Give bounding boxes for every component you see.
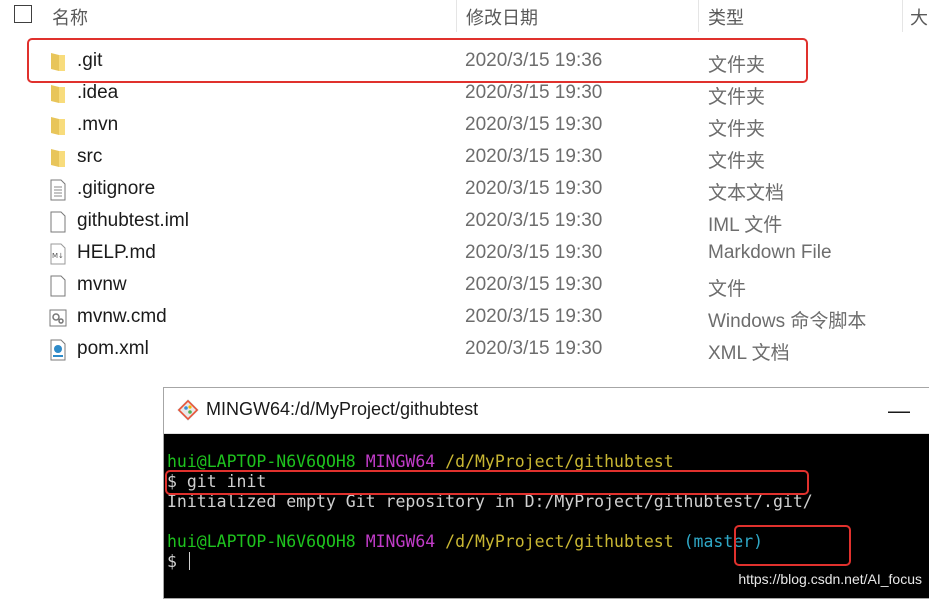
prompt-line-2: hui@LAPTOP-N6V6QOH8 MINGW64 /d/MyProject… [167, 532, 763, 551]
folder-icon [49, 147, 67, 169]
file-row-help-md[interactable]: M↓ HELP.md 2020/3/15 19:30 Markdown File [0, 237, 929, 269]
file-name: mvnw [77, 274, 127, 295]
file-icon [49, 275, 67, 297]
file-name: .idea [77, 82, 119, 103]
column-header-bar: 名称 修改日期 类型 大 [0, 0, 929, 32]
close-icon[interactable]: — [888, 398, 910, 424]
column-header-name[interactable]: 名称 [52, 4, 88, 30]
file-type: XML 文档 [708, 343, 790, 364]
file-row-mvnw[interactable]: mvnw 2020/3/15 19:30 文件 [0, 269, 929, 301]
file-name: mvnw.cmd [77, 306, 167, 327]
file-row-pom-xml[interactable]: pom.xml 2020/3/15 19:30 XML 文档 [0, 333, 929, 365]
file-name: HELP.md [77, 242, 156, 263]
file-type: Windows 命令脚本 [708, 311, 867, 332]
text-document-icon [49, 179, 67, 201]
file-name: pom.xml [77, 338, 149, 359]
file-row-src[interactable]: src 2020/3/15 19:30 文件夹 [0, 141, 929, 173]
prompt-env: MINGW64 [365, 532, 436, 551]
file-date: 2020/3/15 19:30 [465, 306, 603, 327]
file-row-gitignore[interactable]: .gitignore 2020/3/15 19:30 文本文档 [0, 173, 929, 205]
file-date: 2020/3/15 19:30 [465, 274, 603, 295]
file-type: 文件 [708, 279, 747, 300]
select-all-checkbox[interactable] [14, 5, 32, 23]
file-type: Markdown File [708, 242, 832, 263]
prompt-env: MINGW64 [365, 452, 436, 471]
file-row-mvn[interactable]: .mvn 2020/3/15 19:30 文件夹 [0, 109, 929, 141]
column-header-date[interactable]: 修改日期 [466, 4, 538, 30]
prompt-user: hui@LAPTOP-N6V6QOH8 [167, 532, 356, 551]
file-type: 文件夹 [708, 87, 766, 108]
input-line[interactable]: $ [167, 552, 190, 571]
file-row-mvnw-cmd[interactable]: mvnw.cmd 2020/3/15 19:30 Windows 命令脚本 [0, 301, 929, 333]
file-date: 2020/3/15 19:30 [465, 114, 603, 135]
cmd-script-icon [49, 307, 67, 329]
prompt-line-1: hui@LAPTOP-N6V6QOH8 MINGW64 /d/MyProject… [167, 452, 674, 471]
svg-text:M↓: M↓ [52, 252, 64, 260]
column-divider[interactable] [698, 0, 699, 32]
terminal-window[interactable]: MINGW64:/d/MyProject/githubtest — hui@LA… [163, 387, 929, 599]
prompt-user: hui@LAPTOP-N6V6QOH8 [167, 452, 356, 471]
prompt-path: /d/MyProject/githubtest [445, 532, 674, 551]
xml-document-icon [49, 339, 67, 361]
file-date: 2020/3/15 19:30 [465, 242, 603, 263]
column-divider[interactable] [456, 0, 457, 32]
file-icon [49, 211, 67, 233]
file-date: 2020/3/15 19:30 [465, 146, 603, 167]
branch-highlight [734, 525, 851, 566]
terminal-title: MINGW64:/d/MyProject/githubtest [206, 399, 479, 419]
file-name: src [77, 146, 103, 167]
folder-icon [49, 115, 67, 137]
text-cursor [188, 552, 190, 570]
file-name: .mvn [77, 114, 119, 135]
file-type: 文件夹 [708, 151, 766, 172]
markdown-file-icon: M↓ [49, 243, 67, 265]
watermark: https://blog.csdn.net/AI_focus [738, 571, 922, 587]
git-init-highlight [165, 470, 809, 495]
git-logo-icon [177, 399, 199, 421]
file-date: 2020/3/15 19:30 [465, 210, 603, 231]
input-prompt: $ [167, 552, 187, 571]
file-row-iml[interactable]: githubtest.iml 2020/3/15 19:30 IML 文件 [0, 205, 929, 237]
file-name: .gitignore [77, 178, 156, 199]
file-type: IML 文件 [708, 215, 783, 236]
git-row-highlight [27, 38, 808, 83]
file-date: 2020/3/15 19:30 [465, 338, 603, 359]
terminal-titlebar[interactable]: MINGW64:/d/MyProject/githubtest — [164, 388, 929, 434]
file-type: 文件夹 [708, 119, 766, 140]
file-name: githubtest.iml [77, 210, 189, 231]
column-header-type[interactable]: 类型 [708, 4, 744, 30]
file-date: 2020/3/15 19:30 [465, 82, 603, 103]
file-date: 2020/3/15 19:30 [465, 178, 603, 199]
file-type: 文本文档 [708, 183, 785, 204]
column-header-size[interactable]: 大 [910, 4, 928, 30]
folder-icon [49, 83, 67, 105]
column-divider[interactable] [902, 0, 903, 32]
prompt-path: /d/MyProject/githubtest [445, 452, 674, 471]
